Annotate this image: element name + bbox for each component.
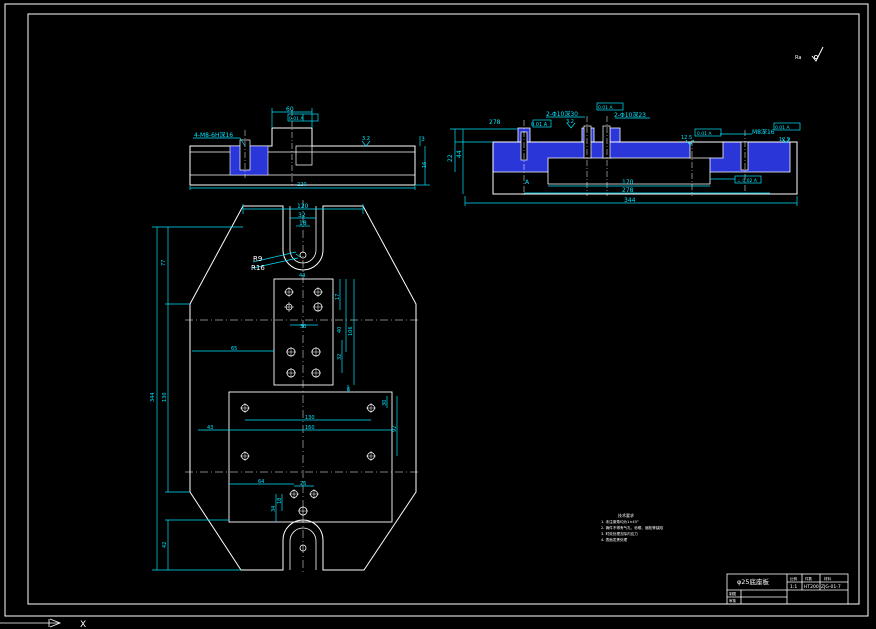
r9-label: R9 (253, 255, 262, 263)
dim-26: 26 (300, 481, 306, 487)
note-line-4: 4. 表面发黑处理 (601, 537, 628, 542)
notes-title: 技术要求 (618, 512, 634, 518)
side-datum-box: ⊥ 0.02 A (737, 178, 758, 184)
note-line-3: 3. 时效处理去除内应力 (601, 531, 638, 536)
side-dim-278-left: 278 (489, 119, 501, 126)
dim-120: 120 (297, 203, 309, 210)
dim-40: 40 (337, 327, 343, 333)
dim-344-plan: 344 (150, 392, 156, 402)
dim-60: 60 (286, 106, 294, 113)
thread-callout: 4-M8-6H深16 (194, 131, 233, 139)
side-dim-22: 22 (447, 154, 454, 162)
dim-3: 3 (421, 136, 425, 143)
cad-drawing: Ra 60 0.01 A 4-M8-6H深16 3.2 3 16 220 278… (0, 0, 876, 629)
side-dim-278: 278 (622, 187, 634, 194)
side-hole-2 (583, 125, 592, 159)
row-draw: 制图 (729, 591, 737, 596)
dim-65: 65 (231, 346, 237, 352)
dim-77: 77 (161, 260, 167, 266)
side-roughness-3: 12.5 (779, 137, 790, 143)
dim-17: 17 (335, 294, 341, 300)
dim-92: 92 (392, 426, 398, 432)
roughness-32: 3.2 (362, 136, 370, 142)
r16-label: R16 (251, 264, 265, 272)
col-qty: 件数 (805, 576, 813, 581)
side-dim-44: 44 (456, 150, 463, 158)
side-hole-4 (740, 141, 749, 171)
side-tol-4: 0.01 A (775, 125, 790, 131)
side-m-thread: M8深16 (752, 128, 775, 136)
dim-30-low: 30 (382, 400, 388, 406)
dim-220: 220 (297, 182, 307, 188)
side-dim-344: 344 (624, 197, 636, 204)
dim-18-low: 18 (277, 498, 283, 504)
note-line-1: 1. 未注倒角均为1×45° (601, 519, 639, 524)
dim-64: 64 (258, 479, 264, 485)
dim-30-mid: 30 (300, 324, 306, 330)
dim-32: 32 (298, 212, 306, 219)
part-name: φ25底座板 (737, 577, 770, 586)
side-hole-3 (602, 125, 611, 159)
roughness-mark-label: Ra (795, 55, 801, 61)
side-dim-phi10-23: 2-Φ10深23 (614, 111, 646, 119)
side-tol-1: 0.01 A (531, 122, 548, 128)
row-check: 审核 (729, 598, 737, 603)
ucs-x-label: X (80, 620, 86, 629)
side-dim-170: 170 (622, 179, 634, 186)
material-value: HT200 (804, 584, 819, 590)
side-dim-phi10-30: 2-Φ10深30 (546, 110, 578, 118)
col-scale: 比例 (790, 576, 798, 581)
dim-32-mid: 32 (337, 354, 343, 360)
flatness-box: 0.01 A (289, 116, 304, 122)
scale-value: 1:1 (790, 584, 797, 590)
dim-42: 42 (162, 542, 168, 548)
note-line-2: 2. 铸件不得有气孔、砂眼、缩松等缺陷 (601, 525, 663, 530)
col-material: 材料 (824, 576, 832, 581)
dim-34: 34 (271, 506, 277, 512)
side-roughness-1: 3.2 (566, 119, 574, 125)
drawing-number: ZJG-01-7 (821, 584, 841, 590)
dim-160: 160 (305, 425, 315, 431)
dim-44: 44 (299, 273, 305, 279)
dim-16: 16 (422, 162, 428, 168)
canvas-background (0, 0, 876, 629)
side-tol-3: 0.01 A (697, 131, 712, 137)
dim-43: 43 (207, 425, 213, 431)
dim-18: 18 (299, 220, 307, 227)
dim-6: 6 (347, 387, 350, 393)
dim-130-low: 130 (305, 415, 315, 421)
dim-106: 106 (348, 326, 354, 336)
side-roughness-2: 12.5 (681, 135, 692, 141)
dim-130-left: 130 (162, 392, 168, 402)
side-tol-2: 0.01 A (598, 105, 613, 111)
